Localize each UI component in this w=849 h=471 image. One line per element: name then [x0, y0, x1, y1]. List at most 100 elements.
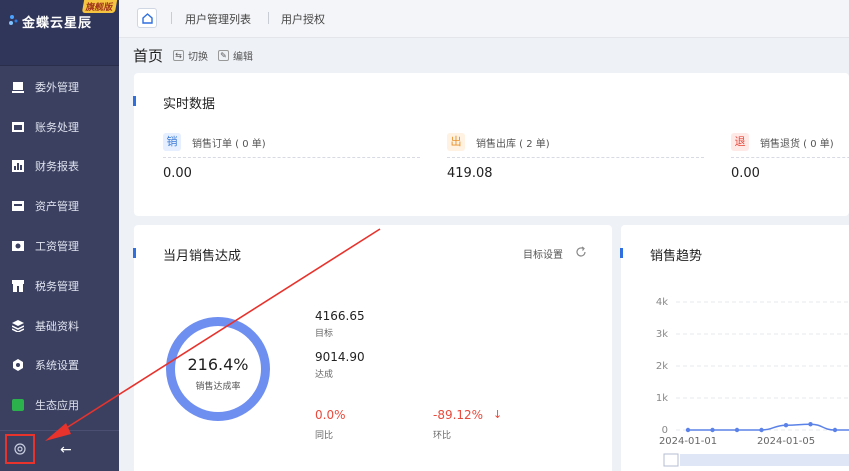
target-setting-link[interactable]: 目标设置	[523, 246, 563, 261]
sales-trend-chart: 4k 3k 2k 1k 02024-01-01 2024-01-05	[656, 297, 849, 467]
sidebar-item-tax[interactable]: 税务管理	[0, 266, 119, 306]
achievement-rate: 216.4%	[187, 355, 249, 374]
yoy-value: 0.0%	[315, 408, 346, 422]
realtime-title: 实时数据	[163, 97, 216, 112]
gear-icon	[14, 443, 26, 455]
stat-value: 419.08	[447, 166, 493, 181]
ecosystem-icon	[12, 399, 24, 412]
switch-button[interactable]: ⇆ 切换	[173, 48, 208, 63]
sidebar-item-assets[interactable]: 资产管理	[0, 186, 119, 226]
sidebar-item-label: 生态应用	[35, 399, 79, 413]
tab-separator	[268, 12, 269, 24]
edit-label: 编辑	[233, 51, 254, 63]
settings-icon	[13, 359, 23, 372]
y-tick-label: 4k	[656, 297, 668, 308]
x-tick-label: 2024-01-05	[757, 436, 815, 447]
sidebar-item-label: 账务处理	[35, 120, 79, 134]
edit-button[interactable]: ✎ 编辑	[218, 48, 253, 63]
stat-value: 0.00	[731, 166, 760, 181]
data-point	[734, 427, 740, 433]
switch-icon: ⇆	[173, 49, 185, 61]
data-point	[759, 427, 764, 433]
achieved-value: 9014.90	[315, 350, 365, 364]
accounting-icon	[12, 121, 24, 132]
stat-label: 销售退货 ( 0 单)	[760, 138, 834, 150]
stat-header: 出 销售出库 ( 2 单)	[447, 133, 704, 158]
refresh-icon[interactable]	[575, 246, 587, 258]
data-point	[710, 427, 715, 433]
trend-title: 销售趋势	[650, 249, 703, 264]
sidebar-nav: 委外管理 账务处理 财务报表 资产管理 工资管理 税务管理 基础资料 系统设置	[0, 67, 119, 425]
achievement-donut: 216.4% 销售达成率	[163, 314, 273, 424]
outbound-badge: 出	[447, 133, 465, 151]
y-tick-label: 1k	[656, 393, 668, 404]
stat-sales-order[interactable]: 销 销售订单 ( 0 单) 0.00	[163, 133, 420, 181]
edition-badge: 旗舰版	[81, 0, 118, 13]
collapse-arrow-icon[interactable]: ←	[60, 442, 72, 458]
sidebar-item-ecosystem[interactable]: 生态应用	[0, 385, 119, 425]
zoom-slider-track	[680, 454, 849, 466]
sidebar-item-label: 工资管理	[35, 240, 79, 254]
data-point	[832, 427, 838, 433]
y-tick-label: 2k	[656, 361, 668, 372]
stat-value: 0.00	[163, 166, 192, 181]
brand-name: 金蝶云星辰	[22, 16, 93, 31]
page-header: 首页 ⇆ 切换 ✎ 编辑	[133, 45, 263, 65]
tab-user-list[interactable]: 用户管理列表	[185, 11, 251, 27]
achievement-rate-label: 销售达成率	[195, 382, 241, 392]
achievement-title: 当月销售达成	[163, 249, 242, 264]
data-point	[808, 422, 813, 427]
return-badge: 退	[731, 133, 749, 151]
asset-icon	[12, 201, 24, 212]
tab-separator	[171, 12, 172, 24]
edit-icon: ✎	[218, 49, 230, 61]
sidebar-item-outsource[interactable]: 委外管理	[0, 67, 119, 107]
sales-badge: 销	[163, 133, 181, 151]
sidebar-item-basedata[interactable]: 基础资料	[0, 306, 119, 346]
sidebar-item-reports[interactable]: 财务报表	[0, 147, 119, 187]
top-tab-bar: 用户管理列表 用户授权	[119, 0, 849, 38]
stat-sales-return[interactable]: 退 销售退货 ( 0 单) 0.00	[731, 133, 849, 181]
mom-label: 环比	[433, 431, 452, 441]
stat-label: 销售出库 ( 2 单)	[476, 138, 550, 150]
target-label: 目标	[315, 329, 334, 339]
sidebar-item-settings[interactable]: 系统设置	[0, 346, 119, 386]
salary-icon	[12, 241, 24, 252]
sidebar-footer: ←	[0, 430, 119, 471]
sidebar-item-label: 税务管理	[35, 279, 79, 293]
card-accent-bar	[133, 248, 136, 258]
x-tick-label: 2024-01-01	[659, 436, 717, 447]
brand-logo-icon	[9, 15, 18, 25]
tab-user-auth[interactable]: 用户授权	[281, 11, 325, 27]
data-point	[685, 427, 691, 433]
sidebar-item-label: 资产管理	[35, 200, 79, 214]
outsource-icon	[12, 81, 24, 93]
sidebar-item-label: 委外管理	[35, 80, 79, 94]
data-point	[783, 423, 789, 428]
home-icon	[141, 12, 153, 24]
y-tick-label: 3k	[656, 329, 668, 340]
zoom-slider-handle	[663, 453, 679, 467]
card-accent-bar	[133, 96, 136, 106]
settings-gear-button[interactable]	[5, 434, 35, 464]
card-accent-bar	[620, 248, 623, 258]
stat-header: 退 销售退货 ( 0 单)	[731, 133, 849, 158]
sidebar-item-label: 财务报表	[35, 160, 79, 174]
mom-value: -89.12%	[433, 408, 484, 422]
target-value: 4166.65	[315, 309, 365, 323]
stat-sales-outbound[interactable]: 出 销售出库 ( 2 单) 419.08	[447, 133, 704, 181]
layers-icon	[12, 319, 24, 332]
sidebar-item-label: 基础资料	[35, 319, 79, 333]
switch-label: 切换	[188, 51, 209, 63]
stat-label: 销售订单 ( 0 单)	[192, 138, 266, 150]
home-button[interactable]	[137, 8, 157, 28]
report-icon	[12, 160, 24, 173]
tax-icon	[12, 279, 24, 292]
logo[interactable]: 金蝶云星辰 旗舰版	[0, 0, 119, 66]
y-tick-label: 0	[662, 425, 668, 436]
sidebar-item-accounting[interactable]: 账务处理	[0, 107, 119, 147]
stat-header: 销 销售订单 ( 0 单)	[163, 133, 420, 158]
down-arrow-icon: ↓	[493, 408, 503, 421]
sidebar-item-salary[interactable]: 工资管理	[0, 226, 119, 266]
page-title: 首页	[133, 46, 164, 65]
